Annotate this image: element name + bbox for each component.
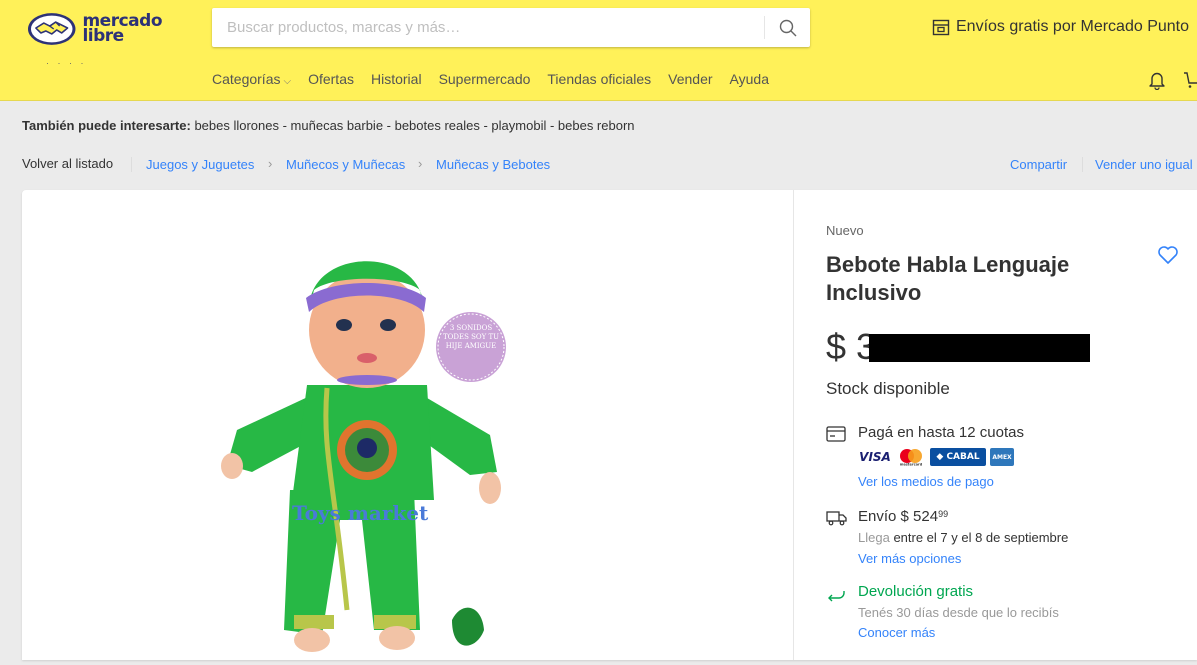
product-title: Bebote Habla Lenguaje Inclusivo xyxy=(826,252,1070,305)
arrival-prefix: Llega xyxy=(858,530,890,545)
heart-icon[interactable] xyxy=(1157,245,1179,265)
nav-item-ofertas[interactable]: Ofertas xyxy=(308,71,354,87)
related-searches-links[interactable]: bebes llorones - muñecas barbie - bebote… xyxy=(194,118,634,133)
breadcrumb-munecas-bebotes[interactable]: Muñecas y Bebotes xyxy=(436,157,550,172)
nav-label-categorias: Categorías xyxy=(212,71,281,87)
installments-title: Pagá en hasta 12 cuotas xyxy=(858,424,1024,441)
search-button[interactable] xyxy=(765,8,810,47)
product-info: Nuevo Bebote Habla Lenguaje Inclusivo $ … xyxy=(826,190,1197,660)
logo-wordmark: mercado libre xyxy=(82,13,162,46)
nav-item-tiendas-oficiales[interactable]: Tiendas oficiales xyxy=(547,71,651,87)
shipping-title: Envío $ 52499 xyxy=(858,508,948,525)
search-icon xyxy=(779,19,796,36)
shipping-options-link[interactable]: Ver más opciones xyxy=(858,551,961,566)
return-period: Tenés 30 días desde que lo recibís xyxy=(858,605,1059,620)
column-divider xyxy=(793,190,794,660)
nav-item-historial[interactable]: Historial xyxy=(371,71,422,87)
price-symbol: $ xyxy=(826,326,847,367)
chevron-down-icon: ⌵ xyxy=(283,76,292,87)
cart-icon[interactable] xyxy=(1184,70,1197,90)
chevron-right-icon: › xyxy=(418,156,423,171)
free-shipping-text: Envíos gratis por Mercado Punto xyxy=(956,18,1190,35)
cabal-label: CABAL xyxy=(946,452,980,462)
visa-icon: VISA xyxy=(859,450,891,464)
search-input[interactable] xyxy=(212,8,764,47)
breadcrumb-juegos-juguetes[interactable]: Juegos y Juguetes xyxy=(146,157,254,172)
store-icon xyxy=(932,19,950,36)
product-image-doll: Toys market 3 SONIDOS TODES SOY TU HIJE … xyxy=(221,261,506,652)
free-return-title: Devolución gratis xyxy=(858,583,974,600)
product-gallery[interactable]: Toys market 3 SONIDOS TODES SOY TU HIJE … xyxy=(22,190,793,660)
nav-item-categorias[interactable]: Categorías ⌵ xyxy=(212,71,291,87)
handshake-logo-icon xyxy=(27,13,76,45)
doll-shirt-text: Toys market xyxy=(292,501,429,525)
credit-card-icon xyxy=(826,426,846,442)
breadcrumb-munecos-munecas[interactable]: Muñecos y Muñecas xyxy=(286,157,405,172)
mercadolibre-logo[interactable]: mercado libre xyxy=(27,10,162,48)
nav-item-vender[interactable]: Vender xyxy=(668,71,712,87)
breadcrumb-separator xyxy=(1082,157,1083,172)
chevron-right-icon: › xyxy=(268,156,273,171)
share-link[interactable]: Compartir xyxy=(1010,157,1067,172)
search-box xyxy=(212,8,810,47)
payment-brands: VISA mastercard ◆ CABAL AMEX xyxy=(858,448,1014,466)
shipping-cents: 99 xyxy=(938,509,949,519)
logo-line2: libre xyxy=(82,26,124,46)
product-card: Toys market 3 SONIDOS TODES SOY TU HIJE … xyxy=(22,190,1197,660)
return-arrow-icon xyxy=(828,591,845,602)
mastercard-icon: mastercard xyxy=(896,448,926,466)
back-to-list-link[interactable]: Volver al listado xyxy=(22,156,113,171)
related-searches-label: También puede interesarte: xyxy=(22,118,191,133)
related-searches: También puede interesarte: bebes llorone… xyxy=(22,118,635,133)
stock-status: Stock disponible xyxy=(826,379,950,398)
shipping-price: Envío $ 524 xyxy=(858,508,939,525)
truck-icon xyxy=(826,511,847,526)
location-dots: · · · · xyxy=(46,58,87,68)
product-condition: Nuevo xyxy=(826,223,864,238)
free-shipping-banner[interactable]: Envíos gratis por Mercado Punto xyxy=(932,18,1189,36)
cabal-icon: ◆ CABAL xyxy=(930,448,986,466)
breadcrumb-separator xyxy=(131,157,132,172)
mastercard-label: mastercard xyxy=(900,463,923,467)
doll-sound-badge: 3 SONIDOS TODES SOY TU HIJE AMIGUE xyxy=(442,324,500,350)
shipping-arrival: Llega entre el 7 y el 8 de septiembre xyxy=(858,530,1068,545)
sell-same-link[interactable]: Vender uno igual xyxy=(1095,157,1193,172)
price-redaction xyxy=(869,334,1090,362)
main-nav: Categorías ⌵ Ofertas Historial Supermerca… xyxy=(212,71,769,87)
amex-icon: AMEX xyxy=(990,448,1014,466)
breadcrumb: Volver al listado Juegos y Juguetes › Mu… xyxy=(22,156,1197,174)
bell-icon[interactable] xyxy=(1147,70,1167,90)
payment-methods-link[interactable]: Ver los medios de pago xyxy=(858,474,994,489)
nav-item-supermercado[interactable]: Supermercado xyxy=(439,71,531,87)
return-info-link[interactable]: Conocer más xyxy=(858,625,935,640)
header: mercado libre · · · · Envíos gratis por … xyxy=(0,0,1197,101)
arrival-dates: entre el 7 y el 8 de septiembre xyxy=(893,530,1069,545)
nav-item-ayuda[interactable]: Ayuda xyxy=(730,71,769,87)
